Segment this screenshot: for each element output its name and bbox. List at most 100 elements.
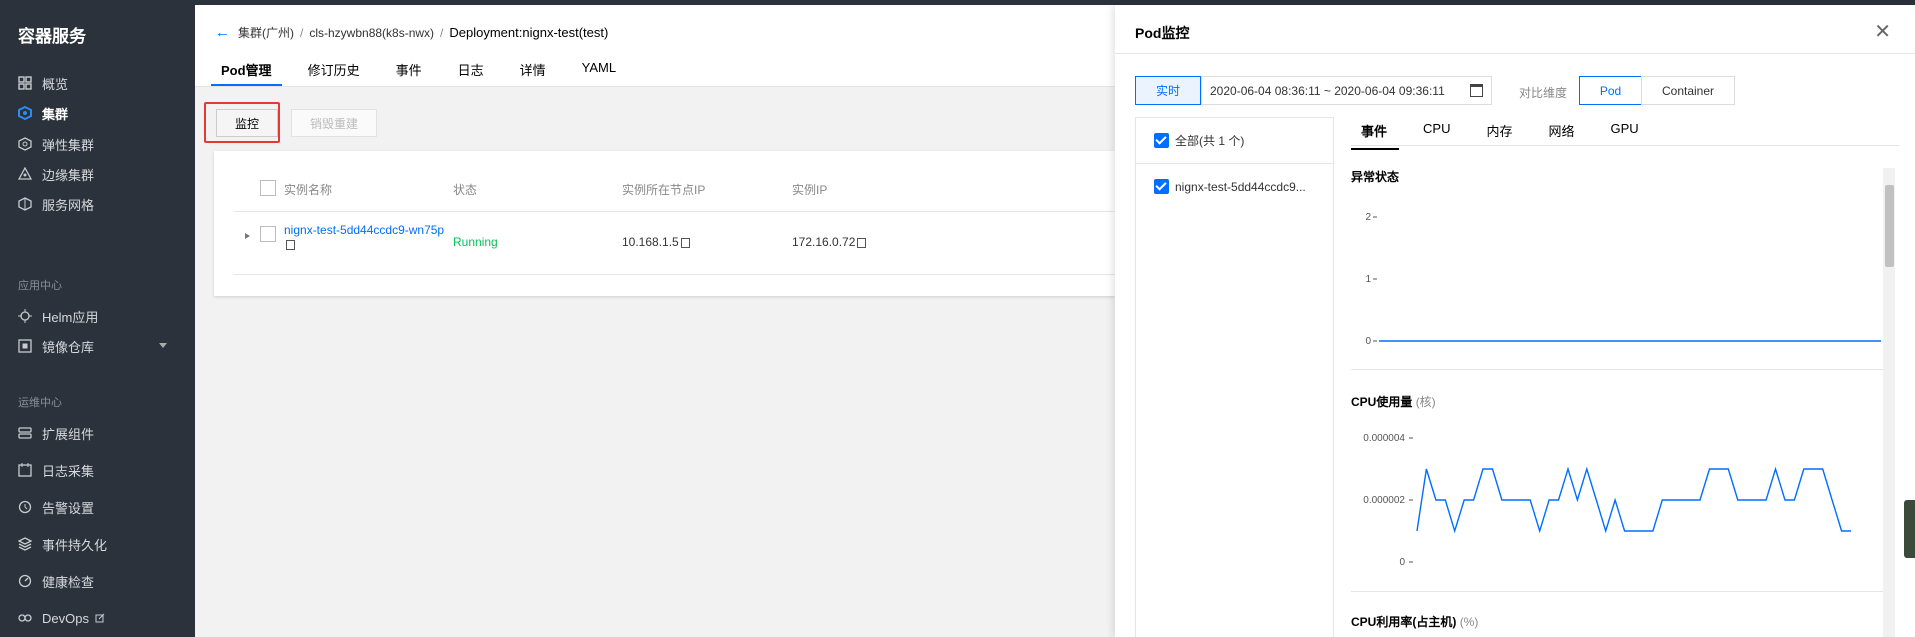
chart-cpu-usage: 0.000004 0.000002 0 [1363,433,1851,567]
sidebar-item-registry[interactable]: 镜像仓库 [0,331,195,361]
drawer-title: Pod监控 [1135,25,1190,41]
pod-list-item[interactable]: nignx-test-5dd44ccdc9... [1136,164,1333,209]
back-arrow-icon[interactable]: ← [215,24,230,41]
main-content: ← 集群(广州) / cls-hzywbn88(k8s-nwx) / Deplo… [195,5,1115,637]
sidebar-item-label: 边缘集群 [42,167,95,183]
compare-dimension-label: 对比维度 [1519,86,1568,100]
hexagon-icon [18,106,32,120]
pod-ip: 172.16.0.72 [792,235,856,249]
tab-yaml[interactable]: YAML [572,60,626,86]
chart-title-cpu-usage: CPU使用量 (核) [1351,393,1436,410]
sidebar-item-log-collection[interactable]: 日志采集 [0,455,195,485]
sidebar-item-helm[interactable]: Helm应用 [0,301,195,331]
checkbox-checked-icon[interactable] [1154,179,1169,194]
alarm-icon [18,500,32,514]
sidebar-item-service-mesh[interactable]: 服务网格 [0,189,195,219]
calendar-icon[interactable] [1470,84,1483,97]
edge-icon [18,167,32,180]
copy-icon[interactable] [680,237,690,248]
expand-row-icon[interactable] [245,233,250,239]
copy-icon[interactable] [286,239,295,250]
select-all-checkbox[interactable] [260,180,276,196]
divider [1351,591,1883,592]
time-range-value: 2020-06-04 08:36:11 ~ 2020-06-04 09:36:1… [1210,83,1445,98]
chart-title-text: CPU使用量 [1351,395,1413,409]
chevron-down-icon[interactable] [159,343,167,348]
dimension-pod-option[interactable]: Pod [1579,76,1642,105]
column-header-pod-ip: 实例IP [792,183,828,197]
toolbar: 监控 销毁重建 [195,87,1115,151]
mesh-icon [18,197,32,211]
y-tick-label: 0.000002 [1363,495,1405,506]
pod-list-label: nignx-test-5dd44ccdc9... [1175,179,1306,194]
copy-icon[interactable] [857,237,867,248]
pod-name-link[interactable]: nignx-test-5dd44ccdc9-wn75p [284,223,444,251]
sidebar-item-event-persistence[interactable]: 事件持久化 [0,529,195,559]
node-ip: 10.168.1.5 [622,235,679,249]
section-label-ops: 运维中心 [18,397,62,409]
tab-details[interactable]: 详情 [510,60,556,86]
y-tick-label: 0 [1365,336,1371,347]
sidebar-item-label: 告警设置 [42,500,95,516]
registry-icon [18,339,32,353]
sidebar-item-devops[interactable]: DevOps [0,603,195,633]
chart-title-abnormal: 异常状态 [1351,170,1400,184]
sidebar-item-label: 扩展组件 [42,426,95,442]
health-icon [18,574,32,588]
sidebar-item-edge-cluster[interactable]: 边缘集群 [0,159,195,189]
extension-icon [18,427,32,439]
sidebar-item-elastic-cluster[interactable]: 弹性集群 [0,129,195,159]
side-handle[interactable] [1904,500,1915,558]
sidebar-item-alarm[interactable]: 告警设置 [0,492,195,522]
chart-unit: (%) [1459,615,1479,629]
column-header-node-ip: 实例所在节点IP [622,183,706,197]
pod-table: 实例名称 状态 实例所在节点IP 实例IP nignx-test-5dd44cc… [214,151,1115,296]
cluster-icon [18,137,32,151]
sidebar-item-label: DevOps [42,610,89,626]
y-tick-label: 0 [1399,557,1405,567]
divider [1115,53,1915,54]
chart-abnormal-status: 2 1 0 [1365,212,1881,347]
sidebar-item-overview[interactable]: 概览 [0,68,195,98]
chart-unit: (核) [1415,395,1436,409]
pod-selector-list: 全部(共 1 个) nignx-test-5dd44ccdc9... [1135,117,1334,637]
section-label-app: 应用中心 [18,280,62,292]
select-all-pods[interactable]: 全部(共 1 个) [1136,118,1333,163]
tab-revision-history[interactable]: 修订历史 [298,60,370,86]
tab-pod-management[interactable]: Pod管理 [211,60,282,86]
breadcrumb-item[interactable]: cls-hzywbn88(k8s-nwx) [309,26,434,40]
breadcrumb-item[interactable]: 集群(广州) [238,24,294,41]
checkbox-checked-icon[interactable] [1154,133,1169,148]
y-tick-label: 1 [1365,274,1371,285]
y-tick-label: 0.000004 [1363,433,1405,444]
pod-ip-cell: 172.16.0.72 [792,235,867,249]
realtime-button[interactable]: 实时 [1135,76,1201,105]
sidebar-item-label: Helm应用 [42,309,99,325]
sidebar-item-health-check[interactable]: 健康检查 [0,566,195,596]
log-icon [18,463,32,477]
destroy-rebuild-button: 销毁重建 [291,109,377,137]
dimension-container-option[interactable]: Container [1641,76,1735,105]
series-line [1416,466,1851,534]
tab-events[interactable]: 事件 [386,60,432,86]
detail-tabs: Pod管理 修订历史 事件 日志 详情 YAML [211,60,642,86]
chart-title-cpu-utilization: CPU利用率(占主机) (%) [1351,613,1478,630]
row-checkbox[interactable] [260,226,276,242]
pod-monitor-drawer: Pod监控 ✕ 实时 2020-06-04 08:36:11 ~ 2020-06… [1115,5,1915,637]
tab-logs[interactable]: 日志 [448,60,494,86]
divider [1351,145,1899,146]
divider [234,274,1115,275]
sidebar-item-label: 概览 [42,76,69,92]
sidebar-item-extensions[interactable]: 扩展组件 [0,418,195,448]
scrollbar-thumb[interactable] [1885,185,1894,267]
divider [1351,369,1883,370]
breadcrumb-separator: / [440,25,444,40]
sidebar-item-label: 镜像仓库 [42,339,95,355]
grid-icon [18,76,32,90]
devops-icon [18,614,32,622]
time-range-picker[interactable]: 2020-06-04 08:36:11 ~ 2020-06-04 09:36:1… [1201,76,1492,105]
close-icon[interactable]: ✕ [1874,19,1891,44]
sidebar-item-cluster[interactable]: 集群 [0,98,195,128]
sidebar-item-label: 事件持久化 [42,537,108,553]
pod-name[interactable]: nignx-test-5dd44ccdc9-wn75p [284,223,444,237]
